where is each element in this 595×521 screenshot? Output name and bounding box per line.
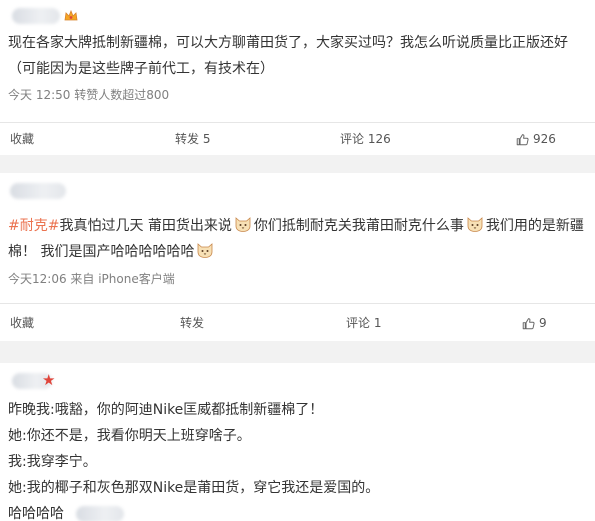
post-card-2: #耐克#我真怕过几天 莆田货出来说 你们抵制耐克关我莆田耐克什么事 我们用的是新疆 … bbox=[0, 173, 595, 341]
collect-button[interactable]: 收藏 bbox=[10, 123, 34, 156]
cat-face-icon bbox=[198, 243, 213, 258]
blurred-username bbox=[12, 8, 60, 24]
post-line-5: 哈哈哈哈 bbox=[8, 501, 64, 521]
cat-face-icon bbox=[235, 217, 251, 232]
comment-label: 评论 1 bbox=[346, 316, 382, 330]
crown-icon bbox=[64, 10, 78, 21]
post-text-a: 我真怕过几天 莆田货出来说 bbox=[59, 218, 232, 234]
comment-label: 评论 126 bbox=[340, 132, 391, 146]
action-bar: 收藏 转发 5 评论 126 926 bbox=[0, 122, 595, 155]
blurred-username bbox=[10, 183, 66, 199]
like-count: 926 bbox=[533, 132, 556, 146]
blurred-username bbox=[76, 506, 124, 521]
thumbs-up-icon bbox=[516, 134, 529, 146]
post-text-b: 你们抵制耐克关我莆田耐克什么事 bbox=[253, 218, 464, 234]
post-line-5-text: 哈哈哈哈 bbox=[8, 506, 64, 521]
comment-button[interactable]: 评论 126 bbox=[340, 123, 391, 156]
cat-face-icon bbox=[467, 217, 483, 232]
post-text-line-2: （可能因为是这些牌子前代工，有技术在） bbox=[8, 61, 274, 77]
hashtag-link[interactable]: #耐克# bbox=[8, 218, 59, 234]
post-meta[interactable]: 今天 12:50 转赞人数超过800 bbox=[8, 86, 169, 103]
repost-button[interactable]: 转发 5 bbox=[175, 123, 210, 156]
post-line-1: 昨晚我:哦豁，你的阿迪Nike匡威都抵制新疆棉了！ bbox=[8, 402, 324, 418]
post-text-line-1: 现在各家大牌抵制新疆棉，可以大方聊莆田货了，大家买过吗？我怎么听说质量比正版还好 bbox=[8, 35, 568, 51]
comment-button[interactable]: 评论 1 bbox=[346, 304, 381, 342]
collect-button[interactable]: 收藏 bbox=[10, 304, 34, 342]
post-text-line-1: #耐克#我真怕过几天 莆田货出来说 你们抵制耐克关我莆田耐克什么事 我们用的是新疆 bbox=[8, 213, 584, 239]
like-count: 9 bbox=[539, 316, 547, 330]
post-line-2: 她:你还不是，我看你明天上班穿啥子。 bbox=[8, 428, 251, 444]
post-line-4: 她:我的椰子和灰色那双Nike是莆田货，穿它我还是爱国的。 bbox=[8, 480, 380, 496]
post-card-1: 现在各家大牌抵制新疆棉，可以大方聊莆田货了，大家买过吗？我怎么听说质量比正版还好… bbox=[0, 0, 595, 155]
like-button[interactable]: 9 bbox=[522, 304, 547, 342]
action-bar: 收藏 转发 评论 1 9 bbox=[0, 303, 595, 341]
post-meta[interactable]: 今天12:06 来自 iPhone客户端 bbox=[8, 270, 175, 287]
post-line-3: 我:我穿李宁。 bbox=[8, 454, 97, 470]
thumbs-up-icon bbox=[522, 318, 535, 330]
post-text-c: 我们用的是新疆 bbox=[485, 218, 584, 234]
post-text-line-2: 棉！ 我们是国产哈哈哈哈哈哈 bbox=[8, 239, 216, 265]
star-icon: ★ bbox=[42, 371, 56, 389]
like-button[interactable]: 926 bbox=[516, 123, 556, 156]
repost-button[interactable]: 转发 bbox=[180, 304, 204, 342]
separator bbox=[0, 341, 595, 363]
post-text-d: 棉！ 我们是国产哈哈哈哈哈哈 bbox=[8, 244, 195, 260]
separator bbox=[0, 155, 595, 173]
post-card-3: ★ 昨晚我:哦豁，你的阿迪Nike匡威都抵制新疆棉了！ 她:你还不是，我看你明天… bbox=[0, 363, 595, 521]
